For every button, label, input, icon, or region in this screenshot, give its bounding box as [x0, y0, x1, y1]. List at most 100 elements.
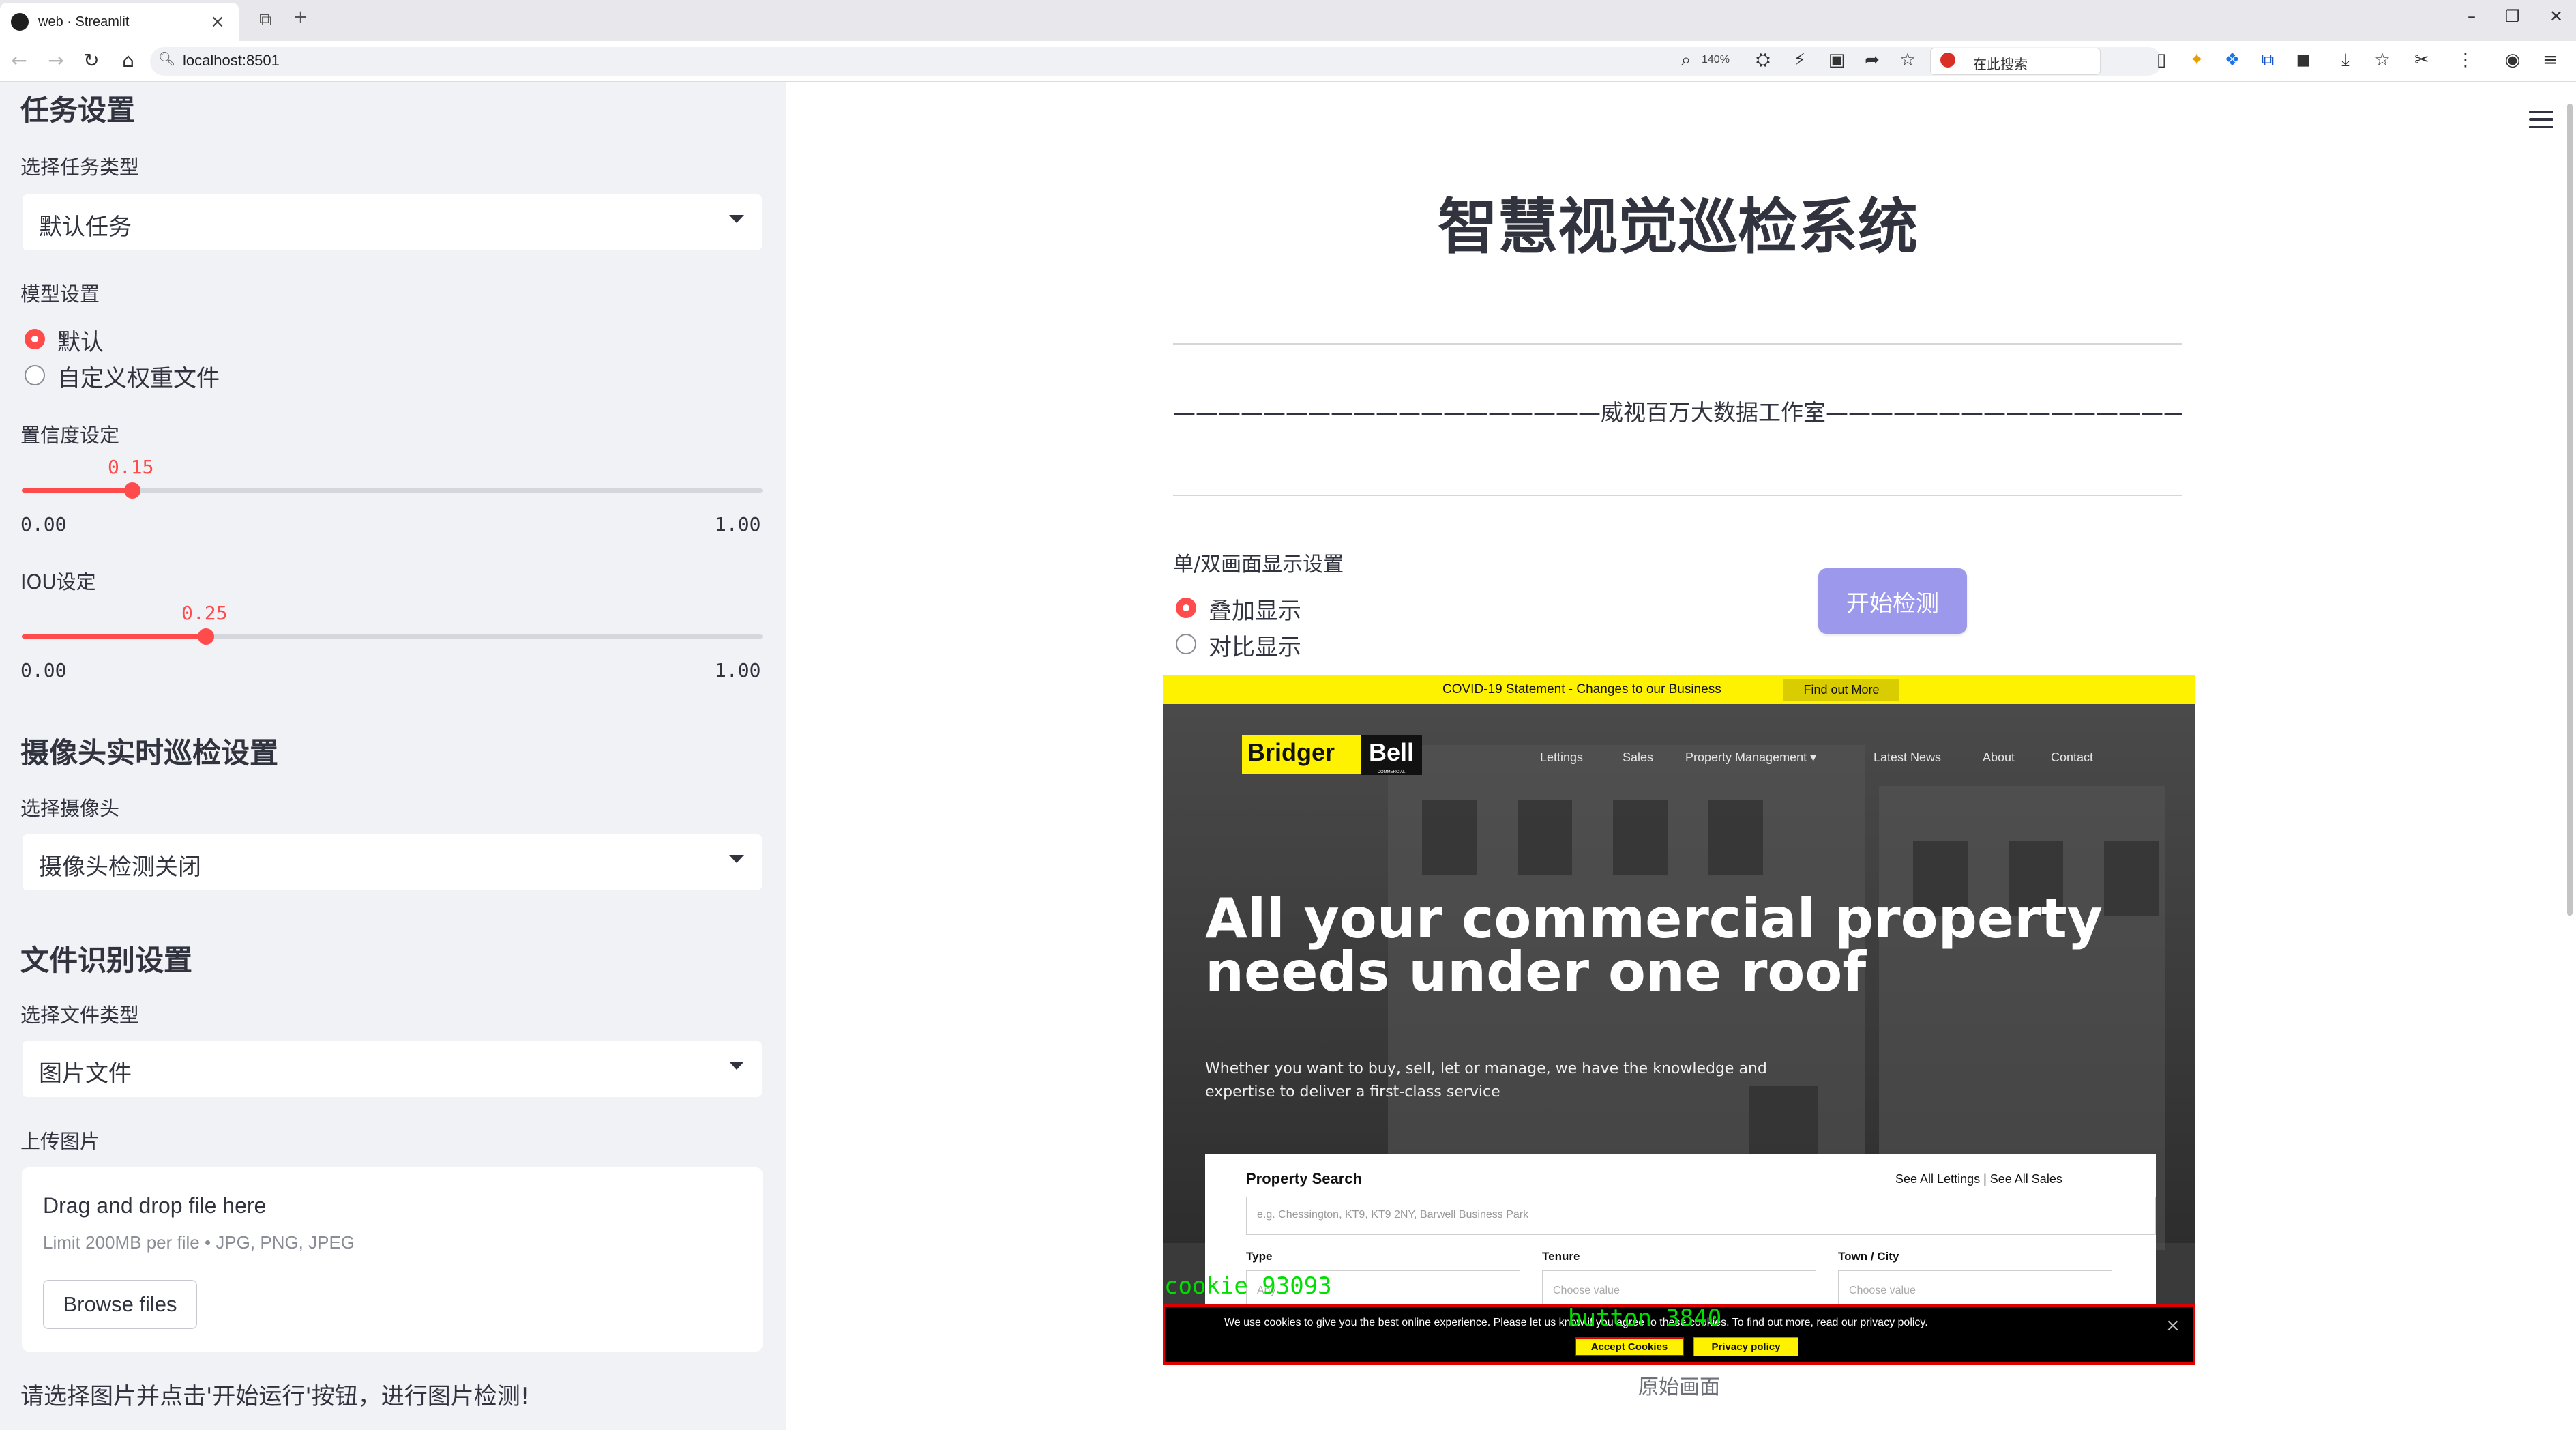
zoom-level[interactable]: 140% — [1702, 54, 1730, 66]
more-vert-icon[interactable]: ⋮ — [2453, 50, 2478, 70]
streamlit-favicon-icon — [11, 13, 29, 31]
main-menu-icon[interactable] — [2529, 111, 2553, 128]
share-icon[interactable]: ➦ — [1859, 50, 1885, 70]
file-settings-header: 文件识别设置 — [20, 944, 193, 977]
site-nav-property-management: Property Management ▾ — [1685, 750, 1817, 764]
type-field-label: Type — [1246, 1250, 1273, 1263]
radio-custom-weights-label[interactable]: 自定义权重文件 — [57, 360, 220, 393]
radio-compare-label[interactable]: 对比显示 — [1209, 628, 1301, 662]
lightning-icon[interactable]: ⚡ — [1787, 50, 1813, 70]
site-nav-lettings: Lettings — [1540, 750, 1584, 764]
site-nav-contact: Contact — [2051, 750, 2094, 764]
iou-slider-fill — [22, 634, 206, 639]
task-type-select[interactable]: 默认任务 — [22, 194, 763, 251]
divider-bottom — [1173, 495, 2182, 496]
chevron-down-icon — [729, 855, 744, 863]
translate-icon[interactable]: ⛭ — [1750, 50, 1776, 71]
chevron-down-icon — [729, 215, 744, 223]
reload-icon[interactable]: ↻ — [78, 49, 105, 72]
address-bar-row: ← → ↻ ⌂ 🔍︎ localhost:8501 ⌕ 140% ⛭ ⚡ ▣ ➦… — [0, 41, 2576, 82]
property-search-placeholder: e.g. Chessington, KT9, KT9 2NY, Barwell … — [1257, 1209, 1529, 1221]
model-settings-label: 模型设置 — [20, 282, 100, 306]
logo-text-commercial: COMMERCIAL — [1361, 770, 1422, 775]
page-title: 智慧视觉巡检系统 — [1437, 192, 1918, 262]
cut-icon[interactable]: ✂ — [2409, 50, 2435, 70]
logo-text-bridger: Bridger — [1247, 738, 1335, 766]
extension-c-icon[interactable]: ⧉ — [2255, 50, 2281, 71]
studio-banner: ———————————————————威视百万大数据工作室———————————… — [1173, 399, 2182, 426]
tab-title: web · Streamlit — [38, 14, 130, 29]
iou-min: 0.00 — [20, 659, 67, 682]
confidence-label: 置信度设定 — [20, 424, 120, 447]
task-type-label: 选择任务类型 — [20, 156, 140, 179]
search-engine-icon — [1940, 53, 1955, 68]
radio-overlay-label[interactable]: 叠加显示 — [1209, 592, 1301, 626]
hero-headline: All your commercial property needs under… — [1205, 887, 2103, 1004]
browser-tab-bar — [0, 0, 2576, 41]
detection-label-cookie: cookie 93093 — [1164, 1272, 1332, 1300]
screenshot-icon[interactable]: ▣ — [1824, 50, 1850, 70]
detection-image: COVID-19 Statement - Changes to our Busi… — [1163, 675, 2195, 1365]
bookmark-star-icon[interactable]: ☆ — [1895, 50, 1921, 70]
extension-d-icon[interactable]: ◼ — [2290, 50, 2316, 70]
radio-compare[interactable] — [1176, 634, 1196, 654]
logo-text-bell: Bell — [1361, 735, 1422, 770]
profile-avatar-icon[interactable]: ◉ — [2500, 50, 2526, 70]
building-window — [1518, 800, 1572, 875]
tab-close-icon[interactable]: × — [207, 12, 228, 32]
site-nav-sales: Sales — [1623, 750, 1654, 764]
confidence-slider-thumb[interactable] — [124, 482, 140, 499]
chevron-down-icon — [729, 1062, 744, 1070]
accept-cookies-button: Accept Cookies — [1575, 1337, 1684, 1356]
download-icon[interactable]: ⤓ — [2333, 50, 2358, 71]
radio-default-label[interactable]: 默认 — [57, 323, 104, 357]
camera-select[interactable]: 摄像头检测关闭 — [22, 834, 763, 891]
building-window — [1422, 800, 1477, 875]
image-caption: 原始画面 — [1638, 1375, 1720, 1399]
minimize-icon[interactable]: – — [2458, 7, 2485, 26]
extension-a-icon[interactable]: ✦ — [2184, 50, 2210, 70]
main-scrollbar[interactable] — [2567, 104, 2573, 916]
file-type-select[interactable]: 图片文件 — [22, 1040, 763, 1098]
new-tab-icon[interactable]: + — [293, 7, 308, 27]
restore-icon[interactable]: ❐ — [2499, 7, 2526, 26]
url-text[interactable]: localhost:8501 — [183, 52, 280, 70]
extension-b-icon[interactable]: ❖ — [2219, 50, 2245, 70]
camera-select-label: 选择摄像头 — [20, 797, 120, 820]
phone-icon[interactable]: ▯ — [2148, 50, 2174, 70]
radio-default-selected[interactable] — [25, 329, 45, 349]
iou-slider-thumb[interactable] — [198, 628, 214, 645]
town-field-placeholder: Choose value — [1849, 1285, 1916, 1296]
building-window — [1613, 800, 1668, 875]
radio-overlay-selected[interactable] — [1176, 598, 1196, 618]
forward-icon[interactable]: → — [42, 49, 70, 72]
site-nav-latest-news: Latest News — [1874, 750, 1942, 764]
browse-files-button[interactable]: Browse files — [43, 1280, 197, 1329]
covid-find-out-button: Find out More — [1783, 679, 1899, 701]
tab-list-icon[interactable]: ⧉ — [259, 10, 272, 31]
search-box-text[interactable]: 在此搜索 — [1973, 53, 2028, 73]
property-search-title: Property Search — [1246, 1170, 1362, 1187]
site-nav-about: About — [1983, 750, 2015, 764]
zoom-icon[interactable]: ⌕ — [1673, 50, 1699, 71]
window-close-icon[interactable]: ✕ — [2543, 7, 2570, 26]
home-icon[interactable]: ⌂ — [115, 49, 142, 72]
cookie-close-icon: × — [2165, 1315, 2180, 1336]
confidence-value: 0.15 — [108, 456, 154, 478]
camera-settings-header: 摄像头实时巡检设置 — [20, 736, 279, 770]
task-type-value: 默认任务 — [39, 214, 132, 241]
browser-tab[interactable]: web · Streamlit × — [0, 3, 239, 41]
detection-label-button: button 3840 — [1568, 1304, 1722, 1332]
back-icon[interactable]: ← — [5, 49, 33, 72]
site-info-icon[interactable]: 🔍︎ — [158, 50, 175, 67]
radio-custom-weights[interactable] — [25, 365, 45, 385]
favorites-icon[interactable]: ☆ — [2369, 50, 2395, 70]
confidence-min: 0.00 — [20, 513, 67, 536]
property-search-links: See All Lettings | See All Sales — [1895, 1172, 2062, 1186]
privacy-policy-button: Privacy policy — [1693, 1337, 1798, 1356]
start-detection-button[interactable]: 开始检测 — [1818, 568, 1967, 634]
browser-menu-icon[interactable]: ≡ — [2537, 50, 2563, 70]
camera-select-value: 摄像头检测关闭 — [39, 853, 201, 881]
divider-top — [1173, 343, 2182, 345]
iou-label: IOU设定 — [20, 570, 96, 594]
